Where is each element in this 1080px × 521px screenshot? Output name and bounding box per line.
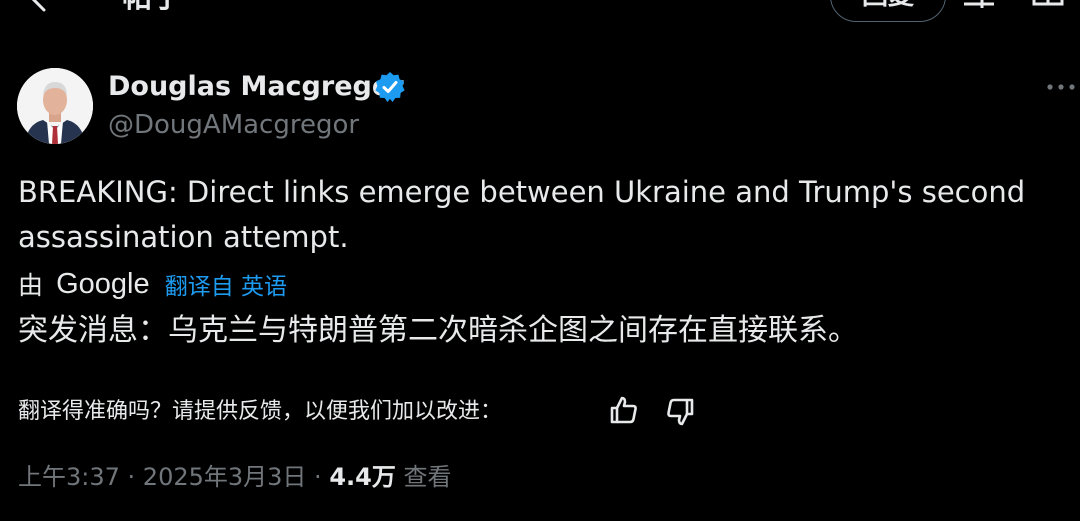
views-count: 4.4万 — [329, 463, 396, 491]
translation-feedback-question: 翻译得准确吗？请提供反馈，以便我们加以改进： — [18, 399, 503, 424]
meta-separator: · — [119, 463, 143, 491]
thumbs-up-icon[interactable] — [608, 394, 640, 426]
google-logo: Google — [56, 267, 150, 300]
tweet-date[interactable]: 2025年3月3日 — [143, 463, 307, 491]
more-icon[interactable] — [1046, 82, 1076, 92]
tweet-text: BREAKING: Direct links emerge between Uk… — [18, 175, 1026, 254]
reply-button[interactable]: 回复 — [830, 0, 946, 22]
author-handle[interactable]: @DougAMacgregor — [108, 108, 359, 142]
page-title: 帖子 — [122, 0, 182, 18]
tweet-detail-page: 帖子 回复 Douglas Macgregor — [0, 0, 1080, 521]
settings-sliders-icon[interactable] — [962, 0, 996, 12]
tweet-meta: 上午3:37 · 2025年3月3日 · 4.4万 查看 — [18, 458, 451, 496]
views-label: 查看 — [395, 463, 452, 491]
translation-attribution: 由 Google 翻译自 英语 — [18, 266, 287, 302]
author-avatar[interactable] — [17, 68, 93, 144]
avatar-image — [17, 68, 93, 144]
translated-from-link[interactable]: 翻译自 英语 — [165, 274, 287, 300]
tweet-time[interactable]: 上午3:37 — [18, 463, 120, 491]
translated-text: 突发消息：乌克兰与特朗普第二次暗杀企图之间存在直接联系。 — [18, 313, 858, 348]
author-name[interactable]: Douglas Macgregor — [108, 70, 404, 104]
verified-badge-icon — [375, 72, 405, 102]
meta-separator: · — [306, 463, 330, 491]
thumbs-down-icon[interactable] — [664, 396, 696, 428]
top-bar: 帖子 回复 — [0, 0, 1080, 30]
window-icon[interactable] — [1030, 0, 1066, 12]
back-arrow-icon[interactable] — [18, 0, 58, 18]
translated-by-prefix: 由 — [18, 271, 44, 300]
